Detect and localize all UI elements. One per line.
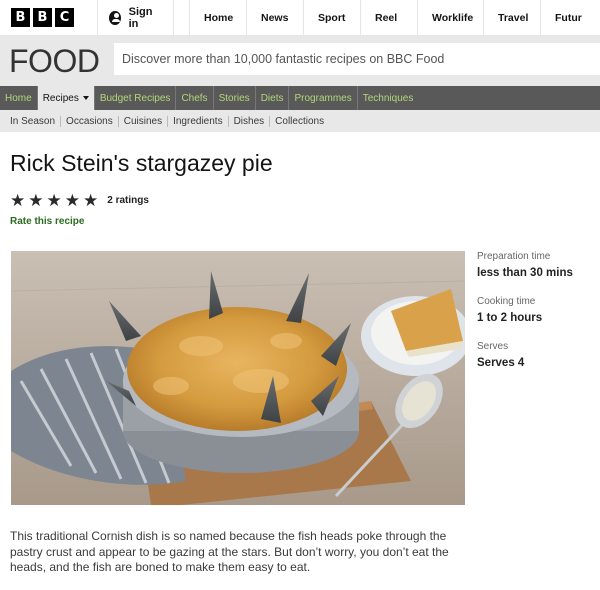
global-nav: Home News Sport Reel Worklife Travel Fut… xyxy=(189,0,600,36)
serves: Serves Serves 4 xyxy=(477,340,597,371)
prep-time-label: Preparation time xyxy=(477,251,551,262)
recipe-hero-image xyxy=(11,251,465,505)
recipe-details: Preparation time less than 30 mins Cooki… xyxy=(477,250,597,385)
rate-recipe-link[interactable]: Rate this recipe xyxy=(10,216,84,227)
global-nav-future[interactable]: Futur xyxy=(540,0,600,36)
nav-diets[interactable]: Diets xyxy=(256,86,290,110)
rating-count: 2 ratings xyxy=(107,195,149,206)
global-nav-sport[interactable]: Sport xyxy=(303,0,360,36)
global-nav-home[interactable]: Home xyxy=(189,0,246,36)
recipe-title: Rick Stein's stargazey pie xyxy=(10,150,273,176)
subnav-dishes[interactable]: Dishes xyxy=(229,115,271,127)
subnav-cuisines[interactable]: Cuisines xyxy=(119,115,169,127)
stargazey-pie-photo xyxy=(11,251,465,505)
user-icon xyxy=(109,10,121,25)
bbc-logo-letter: C xyxy=(55,8,74,27)
subnav-in-season[interactable]: In Season xyxy=(5,115,62,127)
caret-down-icon xyxy=(82,96,89,100)
search-input[interactable] xyxy=(122,52,600,66)
nav-programmes[interactable]: Programmes xyxy=(289,86,358,110)
prep-time: Preparation time less than 30 mins xyxy=(477,250,597,281)
signin-label: Sign in xyxy=(128,5,153,30)
nav-techniques[interactable]: Techniques xyxy=(358,86,419,110)
cook-time-label: Cooking time xyxy=(477,296,536,307)
recipes-secondary-nav: In Season Occasions Cuisines Ingredients… xyxy=(0,110,600,132)
cook-time: Cooking time 1 to 2 hours xyxy=(477,295,597,326)
food-logo[interactable]: FOOD xyxy=(9,43,113,80)
bbc-logo-letter: B xyxy=(33,8,52,27)
star-icon: ★ xyxy=(10,191,26,210)
prep-time-value: less than 30 mins xyxy=(477,267,573,279)
global-nav-reel[interactable]: Reel xyxy=(360,0,417,36)
food-primary-nav: Home Recipes Budget Recipes Chefs Storie… xyxy=(0,86,600,110)
global-nav-news[interactable]: News xyxy=(246,0,303,36)
global-nav-travel[interactable]: Travel xyxy=(483,0,540,36)
bbc-logo-letter: B xyxy=(11,8,30,27)
star-icon: ★ xyxy=(28,191,44,210)
recipe-description: This traditional Cornish dish is so name… xyxy=(10,529,449,574)
food-header: FOOD xyxy=(0,36,600,86)
star-icon: ★ xyxy=(83,191,99,210)
bbc-global-header: B B C Sign in Home News Sport Reel Workl… xyxy=(0,0,600,36)
signin-button[interactable]: Sign in xyxy=(97,0,174,36)
food-search-box[interactable] xyxy=(114,43,600,75)
subnav-occasions[interactable]: Occasions xyxy=(61,115,119,127)
star-rating: ★ ★ ★ ★ ★ 2 ratings xyxy=(10,192,149,209)
serves-label: Serves xyxy=(477,341,509,352)
bbc-logo[interactable]: B B C xyxy=(11,8,74,27)
star-icon: ★ xyxy=(46,191,62,210)
star-icon: ★ xyxy=(64,191,80,210)
subnav-collections[interactable]: Collections xyxy=(270,116,329,127)
cook-time-value: 1 to 2 hours xyxy=(477,312,543,324)
nav-budget-recipes[interactable]: Budget Recipes xyxy=(95,86,177,110)
nav-recipes-label: Recipes xyxy=(42,92,79,104)
nav-chefs[interactable]: Chefs xyxy=(176,86,214,110)
nav-stories[interactable]: Stories xyxy=(214,86,256,110)
nav-home[interactable]: Home xyxy=(0,86,38,110)
subnav-ingredients[interactable]: Ingredients xyxy=(168,115,229,127)
global-nav-worklife[interactable]: Worklife xyxy=(417,0,483,36)
nav-recipes[interactable]: Recipes xyxy=(37,86,95,110)
serves-value: Serves 4 xyxy=(477,357,525,369)
